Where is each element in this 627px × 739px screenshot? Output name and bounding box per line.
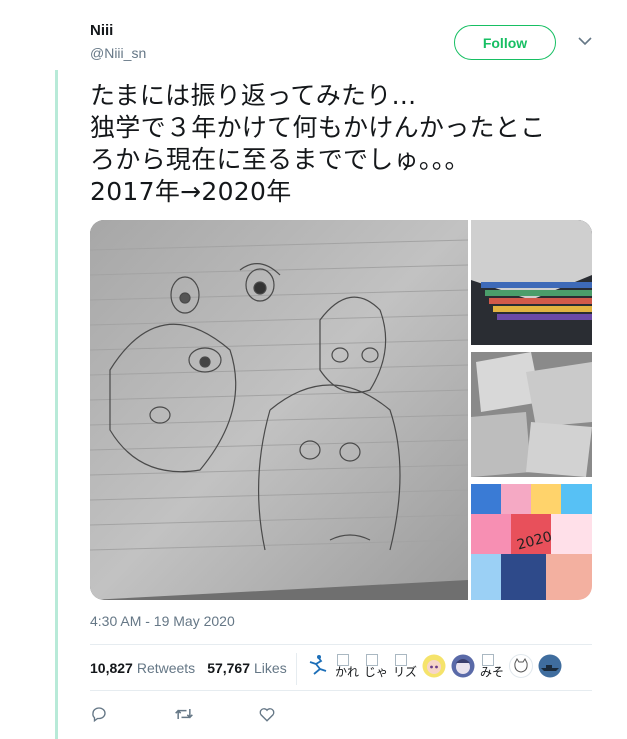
scattered-sketches-photo[interactable] xyxy=(471,352,592,482)
media-side-column: 2020 xyxy=(471,220,592,600)
likes-stat[interactable]: 57,767 Likes xyxy=(207,660,287,676)
anime-avatar-icon[interactable] xyxy=(422,654,446,678)
retweet-icon[interactable] xyxy=(174,703,258,725)
tweet-line: ろから現在に至るまででしゅ。。。 xyxy=(90,145,470,174)
liker-alt: じゃ xyxy=(364,665,389,679)
retweets-label: Retweets xyxy=(136,660,196,676)
liker-alt: リズ xyxy=(393,665,418,679)
ship-silhouette-icon[interactable] xyxy=(538,654,562,678)
anime-avatar-icon[interactable] xyxy=(451,654,475,678)
engagement-stats: 10,827 Retweets 57,767 Likes xyxy=(90,660,287,676)
tweet-line: たまには振り返ってみたり... xyxy=(90,81,417,110)
author-block[interactable]: Niii @Niii_sn xyxy=(90,22,146,62)
reply-icon[interactable] xyxy=(90,703,174,725)
follow-button[interactable]: Follow xyxy=(454,25,556,60)
tweet-text: たまには振り返ってみたり... 独学で３年かけて何もかけんかったとこ ろから現在… xyxy=(90,80,610,208)
sketch-photo-main[interactable] xyxy=(90,220,469,600)
liker-avatar[interactable]: かれ xyxy=(335,654,359,688)
likes-count: 57,767 xyxy=(207,660,251,676)
liker-avatar[interactable]: みそ xyxy=(480,654,504,688)
tweet-line: 2017年→2020年 xyxy=(90,177,292,206)
liker-avatar[interactable]: リズ xyxy=(393,654,417,688)
tweet-timestamp[interactable]: 4:30 AM - 19 May 2020 xyxy=(90,613,235,629)
liker-alt: みそ xyxy=(480,665,505,679)
retweets-stat[interactable]: 10,827 Retweets xyxy=(90,660,195,676)
chevron-down-icon[interactable] xyxy=(578,34,592,48)
media-grid[interactable]: 2020 xyxy=(90,220,592,600)
liker-avatars: かれ じゃ リズ みそ xyxy=(306,654,562,688)
author-name[interactable]: Niii xyxy=(90,22,146,40)
cat-sketch-icon[interactable] xyxy=(509,654,533,678)
thread-line xyxy=(55,70,58,739)
author-handle[interactable]: @Niii_sn xyxy=(90,44,146,62)
like-icon[interactable] xyxy=(258,703,342,725)
notebook-stack-photo[interactable] xyxy=(471,220,592,350)
liker-alt: かれ xyxy=(335,665,360,679)
divider xyxy=(90,644,592,645)
figure-skater-icon[interactable] xyxy=(306,654,330,678)
tweet-actions xyxy=(90,703,342,725)
liker-avatar[interactable]: じゃ xyxy=(364,654,388,688)
colored-artwork-collage[interactable]: 2020 xyxy=(471,484,592,600)
retweets-count: 10,827 xyxy=(90,660,133,676)
divider xyxy=(90,690,592,691)
likes-label: Likes xyxy=(254,660,287,676)
tweet-line: 独学で３年かけて何もかけんかったとこ xyxy=(90,113,546,142)
stats-separator xyxy=(296,653,297,685)
